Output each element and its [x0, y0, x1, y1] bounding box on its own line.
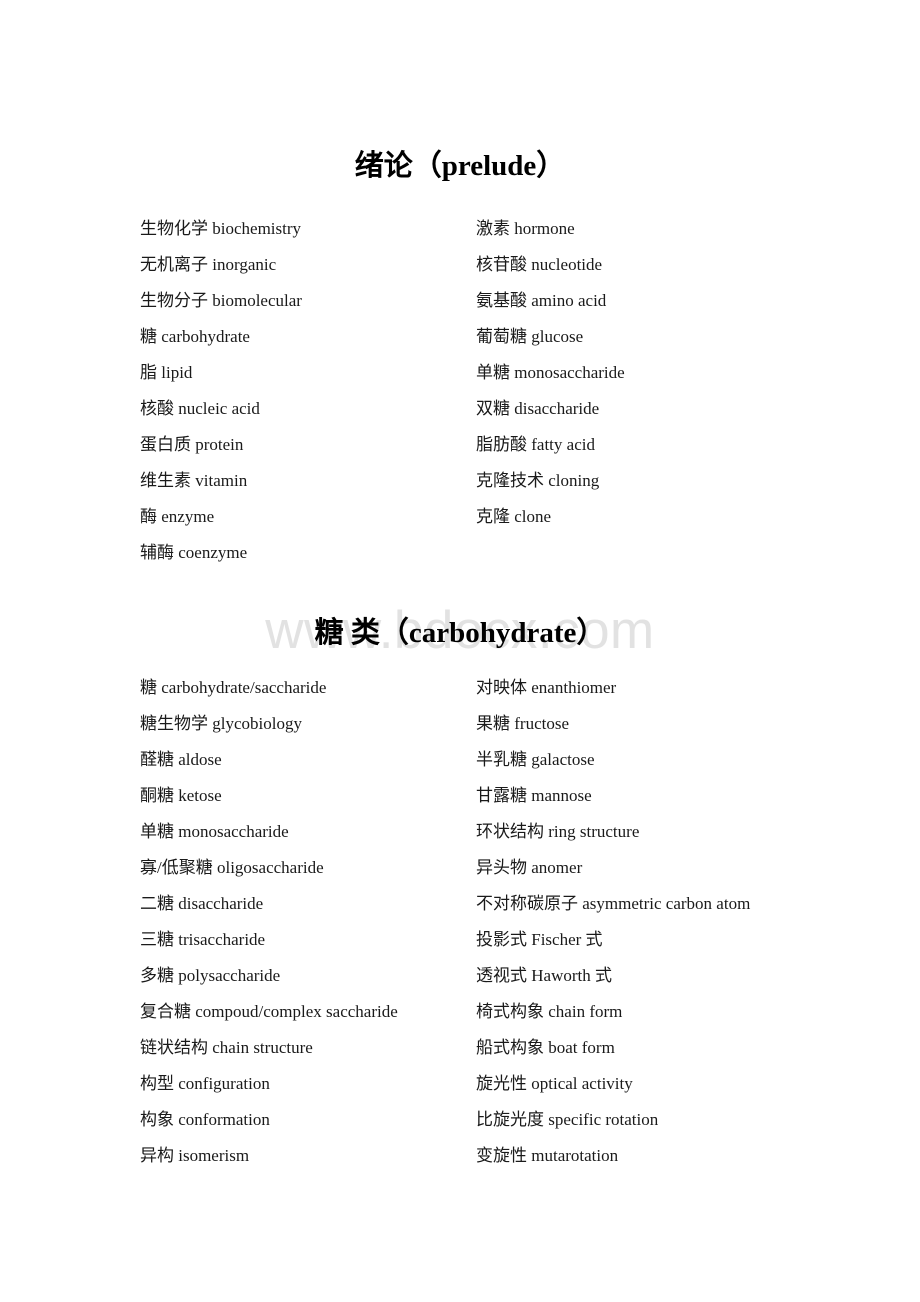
- glossary-term: 复合糖 compoud/complex saccharide: [140, 1002, 398, 1021]
- glossary-term: 椅式构象 chain form: [476, 1002, 623, 1021]
- glossary-term: 葡萄糖 glucose: [476, 327, 584, 346]
- section-heading-prelude: 绪论（prelude）: [354, 150, 566, 183]
- glossary-term: 酶 enzyme: [140, 507, 215, 526]
- glossary-term: 醛糖 aldose: [140, 750, 222, 769]
- glossary-term: 寡/低聚糖 oligosaccharide: [140, 858, 324, 877]
- glossary-term: 核苷酸 nucleotide: [476, 255, 603, 274]
- glossary-term: 三糖 trisaccharide: [140, 930, 266, 949]
- glossary-term: 单糖 monosaccharide: [140, 822, 289, 841]
- glossary-term: 生物分子 biomolecular: [140, 291, 302, 310]
- glossary-term: 单糖 monosaccharide: [476, 363, 625, 382]
- glossary-term: 核酸 nucleic acid: [140, 399, 260, 418]
- glossary-term: 糖 carbohydrate/saccharide: [140, 678, 327, 697]
- glossary-term: 脂 lipid: [140, 363, 193, 382]
- glossary-term: 糖生物学 glycobiology: [140, 714, 302, 733]
- glossary-term: 果糖 fructose: [476, 714, 570, 733]
- glossary-term: 船式构象 boat form: [476, 1038, 615, 1057]
- glossary-term: 透视式 Haworth 式: [476, 966, 612, 985]
- glossary-term: 双糖 disaccharide: [476, 399, 600, 418]
- glossary-column-left: 生物化学 biochemistry 无机离子 inorganic 生物分子 bi…: [0, 211, 476, 571]
- glossary-term: 不对称碳原子 asymmetric carbon atom: [476, 894, 751, 913]
- glossary-term: 酮糖 ketose: [140, 786, 222, 805]
- glossary-term: 维生素 vitamin: [140, 471, 248, 490]
- glossary-term: 多糖 polysaccharide: [140, 966, 281, 985]
- glossary-list-carbohydrate: 糖 carbohydrate/saccharide 糖生物学 glycobiol…: [0, 670, 920, 1174]
- glossary-column-right: 对映体 enanthiomer 果糖 fructose 半乳糖 galactos…: [476, 670, 920, 1174]
- glossary-column-left: 糖 carbohydrate/saccharide 糖生物学 glycobiol…: [0, 670, 476, 1174]
- glossary-term: 辅酶 coenzyme: [140, 543, 248, 562]
- glossary-term: 半乳糖 galactose: [476, 750, 595, 769]
- glossary-term: 克隆 clone: [476, 507, 552, 526]
- document-page: www.bdocx.com 绪论（prelude） 生物化学 biochemis…: [0, 0, 920, 1302]
- glossary-column-right: 激素 hormone 核苷酸 nucleotide 氨基酸 amino acid…: [476, 211, 920, 535]
- glossary-term: 环状结构 ring structure: [476, 822, 640, 841]
- glossary-term: 二糖 disaccharide: [140, 894, 264, 913]
- glossary-term: 激素 hormone: [476, 219, 575, 238]
- glossary-term: 异构 isomerism: [140, 1146, 250, 1165]
- glossary-term: 生物化学 biochemistry: [140, 219, 302, 238]
- glossary-term: 糖 carbohydrate: [140, 327, 250, 346]
- glossary-term: 甘露糖 mannose: [476, 786, 592, 805]
- glossary-term: 构象 conformation: [140, 1110, 270, 1129]
- glossary-list-prelude: 生物化学 biochemistry 无机离子 inorganic 生物分子 bi…: [0, 211, 920, 571]
- glossary-term: 氨基酸 amino acid: [476, 291, 607, 310]
- glossary-term: 蛋白质 protein: [140, 435, 244, 454]
- section-heading-carbohydrate: 糖 类（carbohydrate）: [314, 617, 606, 650]
- glossary-term: 构型 configuration: [140, 1074, 270, 1093]
- glossary-term: 异头物 anomer: [476, 858, 583, 877]
- glossary-term: 链状结构 chain structure: [140, 1038, 313, 1057]
- glossary-term: 脂肪酸 fatty acid: [476, 435, 595, 454]
- glossary-term: 比旋光度 specific rotation: [476, 1110, 659, 1129]
- glossary-term: 克隆技术 cloning: [476, 471, 600, 490]
- glossary-term: 变旋性 mutarotation: [476, 1146, 619, 1165]
- glossary-term: 投影式 Fischer 式: [476, 930, 603, 949]
- glossary-term: 旋光性 optical activity: [476, 1074, 633, 1093]
- glossary-term: 对映体 enanthiomer: [476, 678, 617, 697]
- glossary-term: 无机离子 inorganic: [140, 255, 277, 274]
